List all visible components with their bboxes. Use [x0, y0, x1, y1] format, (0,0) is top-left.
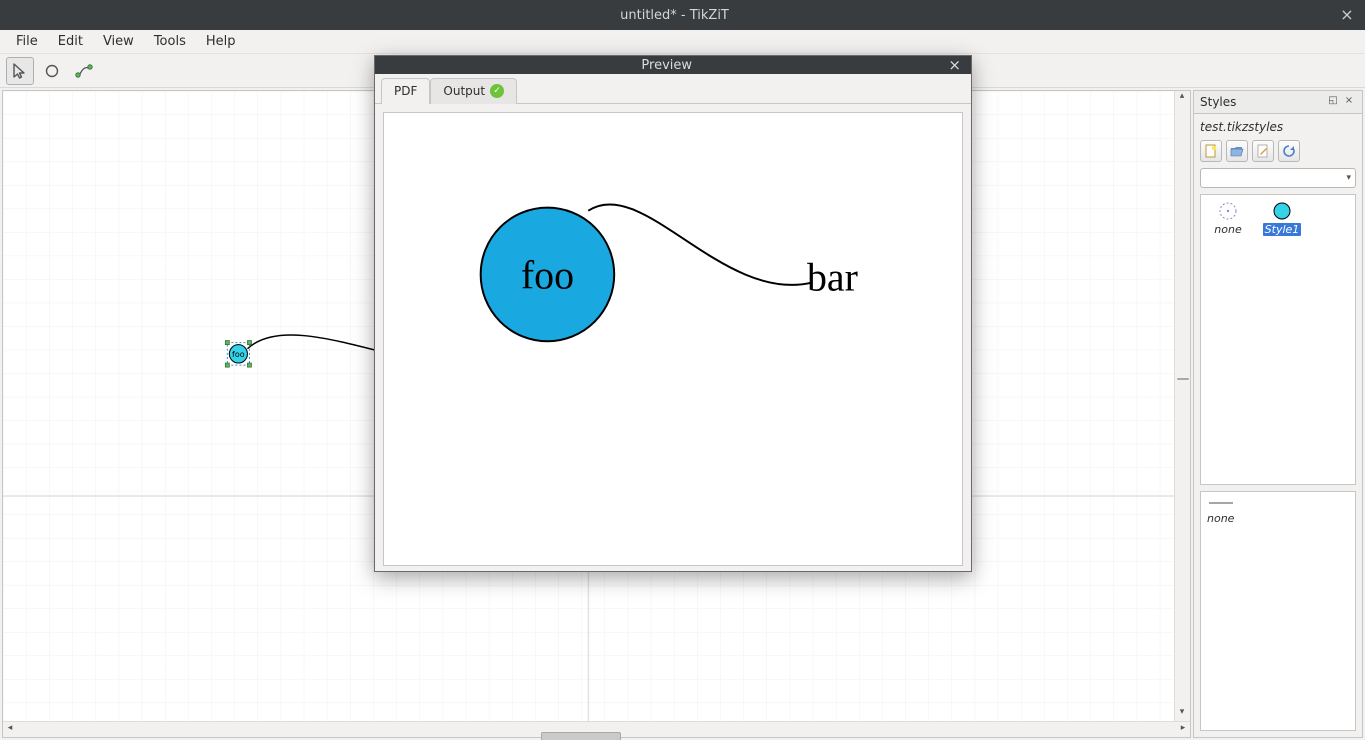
scroll-thumb-horizontal[interactable] — [541, 732, 621, 740]
pencil-icon — [1256, 144, 1270, 158]
preview-tab-pdf-label: PDF — [394, 84, 417, 98]
preview-render-svg: foo bar — [384, 113, 962, 565]
node-style-list[interactable]: none Style1 — [1200, 194, 1356, 485]
panel-float-button[interactable]: ◱ — [1326, 95, 1340, 109]
node-style-none[interactable]: none — [1207, 201, 1249, 236]
styles-panel-header: Styles ◱ × — [1193, 90, 1363, 114]
node-style-none-label: none — [1214, 223, 1241, 236]
folder-open-icon — [1230, 144, 1244, 158]
styles-panel-title: Styles — [1200, 95, 1236, 109]
new-file-icon — [1204, 144, 1218, 158]
preview-close-button[interactable]: × — [948, 56, 961, 74]
edge-icon — [74, 62, 94, 80]
check-ok-icon: ✓ — [490, 84, 504, 98]
style-category-combo[interactable]: ▾ — [1200, 168, 1356, 188]
window-title: untitled* - TikZiT — [10, 8, 1339, 23]
panel-close-button[interactable]: × — [1342, 95, 1356, 109]
canvas-vertical-scrollbar[interactable]: ▴ ▾ — [1174, 91, 1190, 721]
canvas-node-foo[interactable]: foo — [225, 341, 251, 368]
style-file-label: test.tikzstyles — [1200, 120, 1356, 134]
edge-style-list[interactable]: none — [1200, 491, 1356, 731]
preview-titlebar[interactable]: Preview × — [375, 56, 971, 74]
edge-style-none-label: none — [1207, 512, 1234, 525]
open-style-file-button[interactable] — [1226, 140, 1248, 162]
scroll-thumb-vertical[interactable] — [1177, 378, 1189, 380]
preview-foo-label: foo — [521, 252, 574, 297]
edit-style-file-button[interactable] — [1252, 140, 1274, 162]
preview-title: Preview — [385, 58, 948, 73]
node-style-style1-label: Style1 — [1263, 223, 1302, 236]
edge-style-none[interactable]: none — [1207, 498, 1249, 525]
scroll-down-icon: ▾ — [1175, 707, 1189, 721]
styles-panel: Styles ◱ × test.tikzstyles — [1193, 90, 1363, 738]
styles-panel-body: test.tikzstyles — [1193, 114, 1363, 738]
refresh-styles-button[interactable] — [1278, 140, 1300, 162]
chevron-down-icon: ▾ — [1346, 173, 1351, 183]
menu-file[interactable]: File — [6, 31, 48, 52]
edge-none-icon — [1207, 498, 1235, 508]
menu-bar: File Edit View Tools Help — [0, 30, 1365, 54]
preview-bar-label: bar — [807, 254, 858, 299]
style1-swatch-icon — [1272, 201, 1292, 221]
preview-content: foo bar — [375, 104, 971, 574]
scroll-left-icon: ◂ — [3, 723, 17, 737]
preview-tab-pdf[interactable]: PDF — [381, 78, 430, 104]
menu-tools[interactable]: Tools — [144, 31, 196, 52]
node-style-style1[interactable]: Style1 — [1261, 201, 1303, 236]
menu-view[interactable]: View — [93, 31, 144, 52]
scroll-right-icon: ▸ — [1176, 723, 1190, 737]
window-close-button[interactable]: × — [1339, 7, 1355, 23]
new-style-file-button[interactable] — [1200, 140, 1222, 162]
main-titlebar: untitled* - TikZiT × — [0, 0, 1365, 30]
preview-tab-output-label: Output — [443, 84, 485, 98]
select-tool-button[interactable] — [6, 57, 34, 85]
circle-icon — [43, 62, 61, 80]
preview-pdf-page[interactable]: foo bar — [383, 112, 963, 566]
menu-edit[interactable]: Edit — [48, 31, 93, 52]
cursor-icon — [11, 62, 29, 80]
preview-tab-output[interactable]: Output ✓ — [430, 78, 517, 104]
preview-dialog: Preview × PDF Output ✓ foo bar — [374, 55, 972, 572]
canvas-node-foo-label: foo — [232, 349, 245, 359]
preview-tabs: PDF Output ✓ — [375, 74, 971, 104]
canvas-horizontal-scrollbar[interactable]: ◂ ▸ — [3, 721, 1190, 737]
scroll-up-icon: ▴ — [1175, 91, 1189, 105]
none-swatch-icon — [1218, 201, 1238, 221]
refresh-icon — [1282, 144, 1296, 158]
menu-help[interactable]: Help — [196, 31, 246, 52]
edge-tool-button[interactable] — [70, 57, 98, 85]
node-tool-button[interactable] — [38, 57, 66, 85]
style-toolbar — [1200, 140, 1356, 162]
